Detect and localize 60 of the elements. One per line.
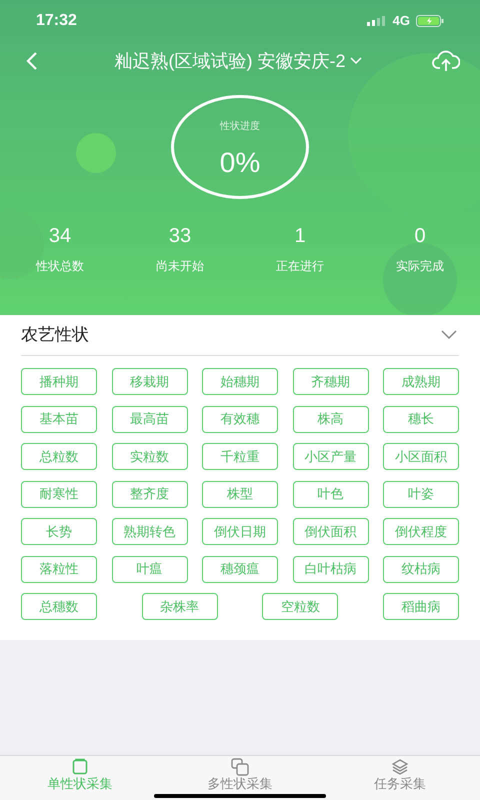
stat-label: 尚未开始 bbox=[156, 258, 204, 275]
stat-value: 1 bbox=[294, 224, 306, 249]
trait-tag[interactable]: 株型 bbox=[202, 480, 278, 508]
trait-tag[interactable]: 叶色 bbox=[292, 480, 368, 508]
stat-value: 33 bbox=[168, 224, 192, 249]
trait-tag[interactable]: 基本苗 bbox=[21, 406, 97, 432]
trait-tag[interactable]: 耐寒性 bbox=[21, 480, 97, 508]
tab-item[interactable]: 任务采集 bbox=[320, 756, 480, 800]
tab-item[interactable]: 多性状采集 bbox=[160, 756, 320, 800]
title-dropdown[interactable]: 籼迟熟(区域试验) 安徽安庆-2 bbox=[114, 48, 362, 74]
trait-tag[interactable]: 小区产量 bbox=[292, 443, 368, 470]
layers-icon bbox=[391, 758, 409, 776]
cloud-upload-icon bbox=[432, 49, 460, 73]
network-label: 4G bbox=[392, 12, 410, 30]
trait-tag[interactable]: 成熟期 bbox=[383, 368, 459, 395]
trait-tag[interactable]: 长势 bbox=[21, 518, 97, 545]
trait-tag[interactable]: 穗长 bbox=[383, 406, 459, 432]
trait-tag[interactable]: 始穗期 bbox=[202, 368, 278, 395]
trait-tag[interactable]: 整齐度 bbox=[112, 480, 188, 508]
trait-tag[interactable]: 齐穗期 bbox=[292, 368, 368, 395]
signal-icon bbox=[366, 16, 387, 26]
trait-tag[interactable]: 实粒数 bbox=[112, 443, 188, 470]
stat-value: 0 bbox=[414, 224, 426, 249]
section-title: 农艺性状 bbox=[21, 324, 89, 346]
trait-tag[interactable]: 倒伏面积 bbox=[292, 518, 368, 545]
progress-value: 0% bbox=[220, 146, 260, 180]
trait-tag[interactable]: 熟期转色 bbox=[112, 518, 188, 545]
trait-tag[interactable]: 落粒性 bbox=[21, 556, 97, 582]
back-icon bbox=[25, 51, 39, 71]
trait-tag[interactable]: 穗颈瘟 bbox=[202, 556, 278, 582]
trait-tag[interactable]: 移栽期 bbox=[112, 368, 188, 395]
trait-tag[interactable]: 株高 bbox=[292, 406, 368, 432]
status-time: 17:32 bbox=[36, 11, 77, 31]
clipboard-icon bbox=[71, 758, 89, 776]
trait-tag[interactable]: 稻曲病 bbox=[382, 593, 459, 620]
tab-item[interactable]: 单性状采集 bbox=[0, 756, 160, 800]
trait-tag[interactable]: 空粒数 bbox=[262, 593, 338, 620]
stat-value: 34 bbox=[48, 224, 72, 249]
trait-tag[interactable]: 千粒重 bbox=[202, 443, 278, 470]
battery-icon bbox=[416, 15, 444, 27]
trait-tag[interactable]: 白叶枯病 bbox=[292, 556, 368, 582]
trait-tag[interactable]: 叶瘟 bbox=[112, 556, 188, 582]
trait-tag[interactable]: 最高苗 bbox=[112, 406, 188, 432]
stat-label: 正在进行 bbox=[276, 258, 324, 275]
trait-tag[interactable]: 杂株率 bbox=[142, 593, 218, 620]
copy-icon bbox=[231, 758, 249, 776]
chevron-down-icon bbox=[350, 57, 362, 65]
trait-tag[interactable]: 倒伏日期 bbox=[202, 518, 278, 545]
trait-tag[interactable]: 总粒数 bbox=[21, 443, 97, 470]
trait-tag[interactable]: 总穗数 bbox=[21, 593, 97, 620]
trait-tag[interactable]: 有效穗 bbox=[202, 406, 278, 432]
stat-label: 实际完成 bbox=[396, 258, 444, 275]
trait-tag[interactable]: 播种期 bbox=[21, 368, 97, 395]
trait-tag[interactable]: 倒伏程度 bbox=[383, 518, 459, 545]
trait-tag[interactable]: 叶姿 bbox=[383, 480, 459, 508]
stat-label: 性状总数 bbox=[36, 258, 84, 275]
progress-label: 性状进度 bbox=[220, 120, 260, 134]
trait-tag[interactable]: 纹枯病 bbox=[383, 556, 459, 582]
chevron-icon bbox=[441, 330, 457, 340]
trait-tag[interactable]: 小区面积 bbox=[383, 443, 459, 470]
